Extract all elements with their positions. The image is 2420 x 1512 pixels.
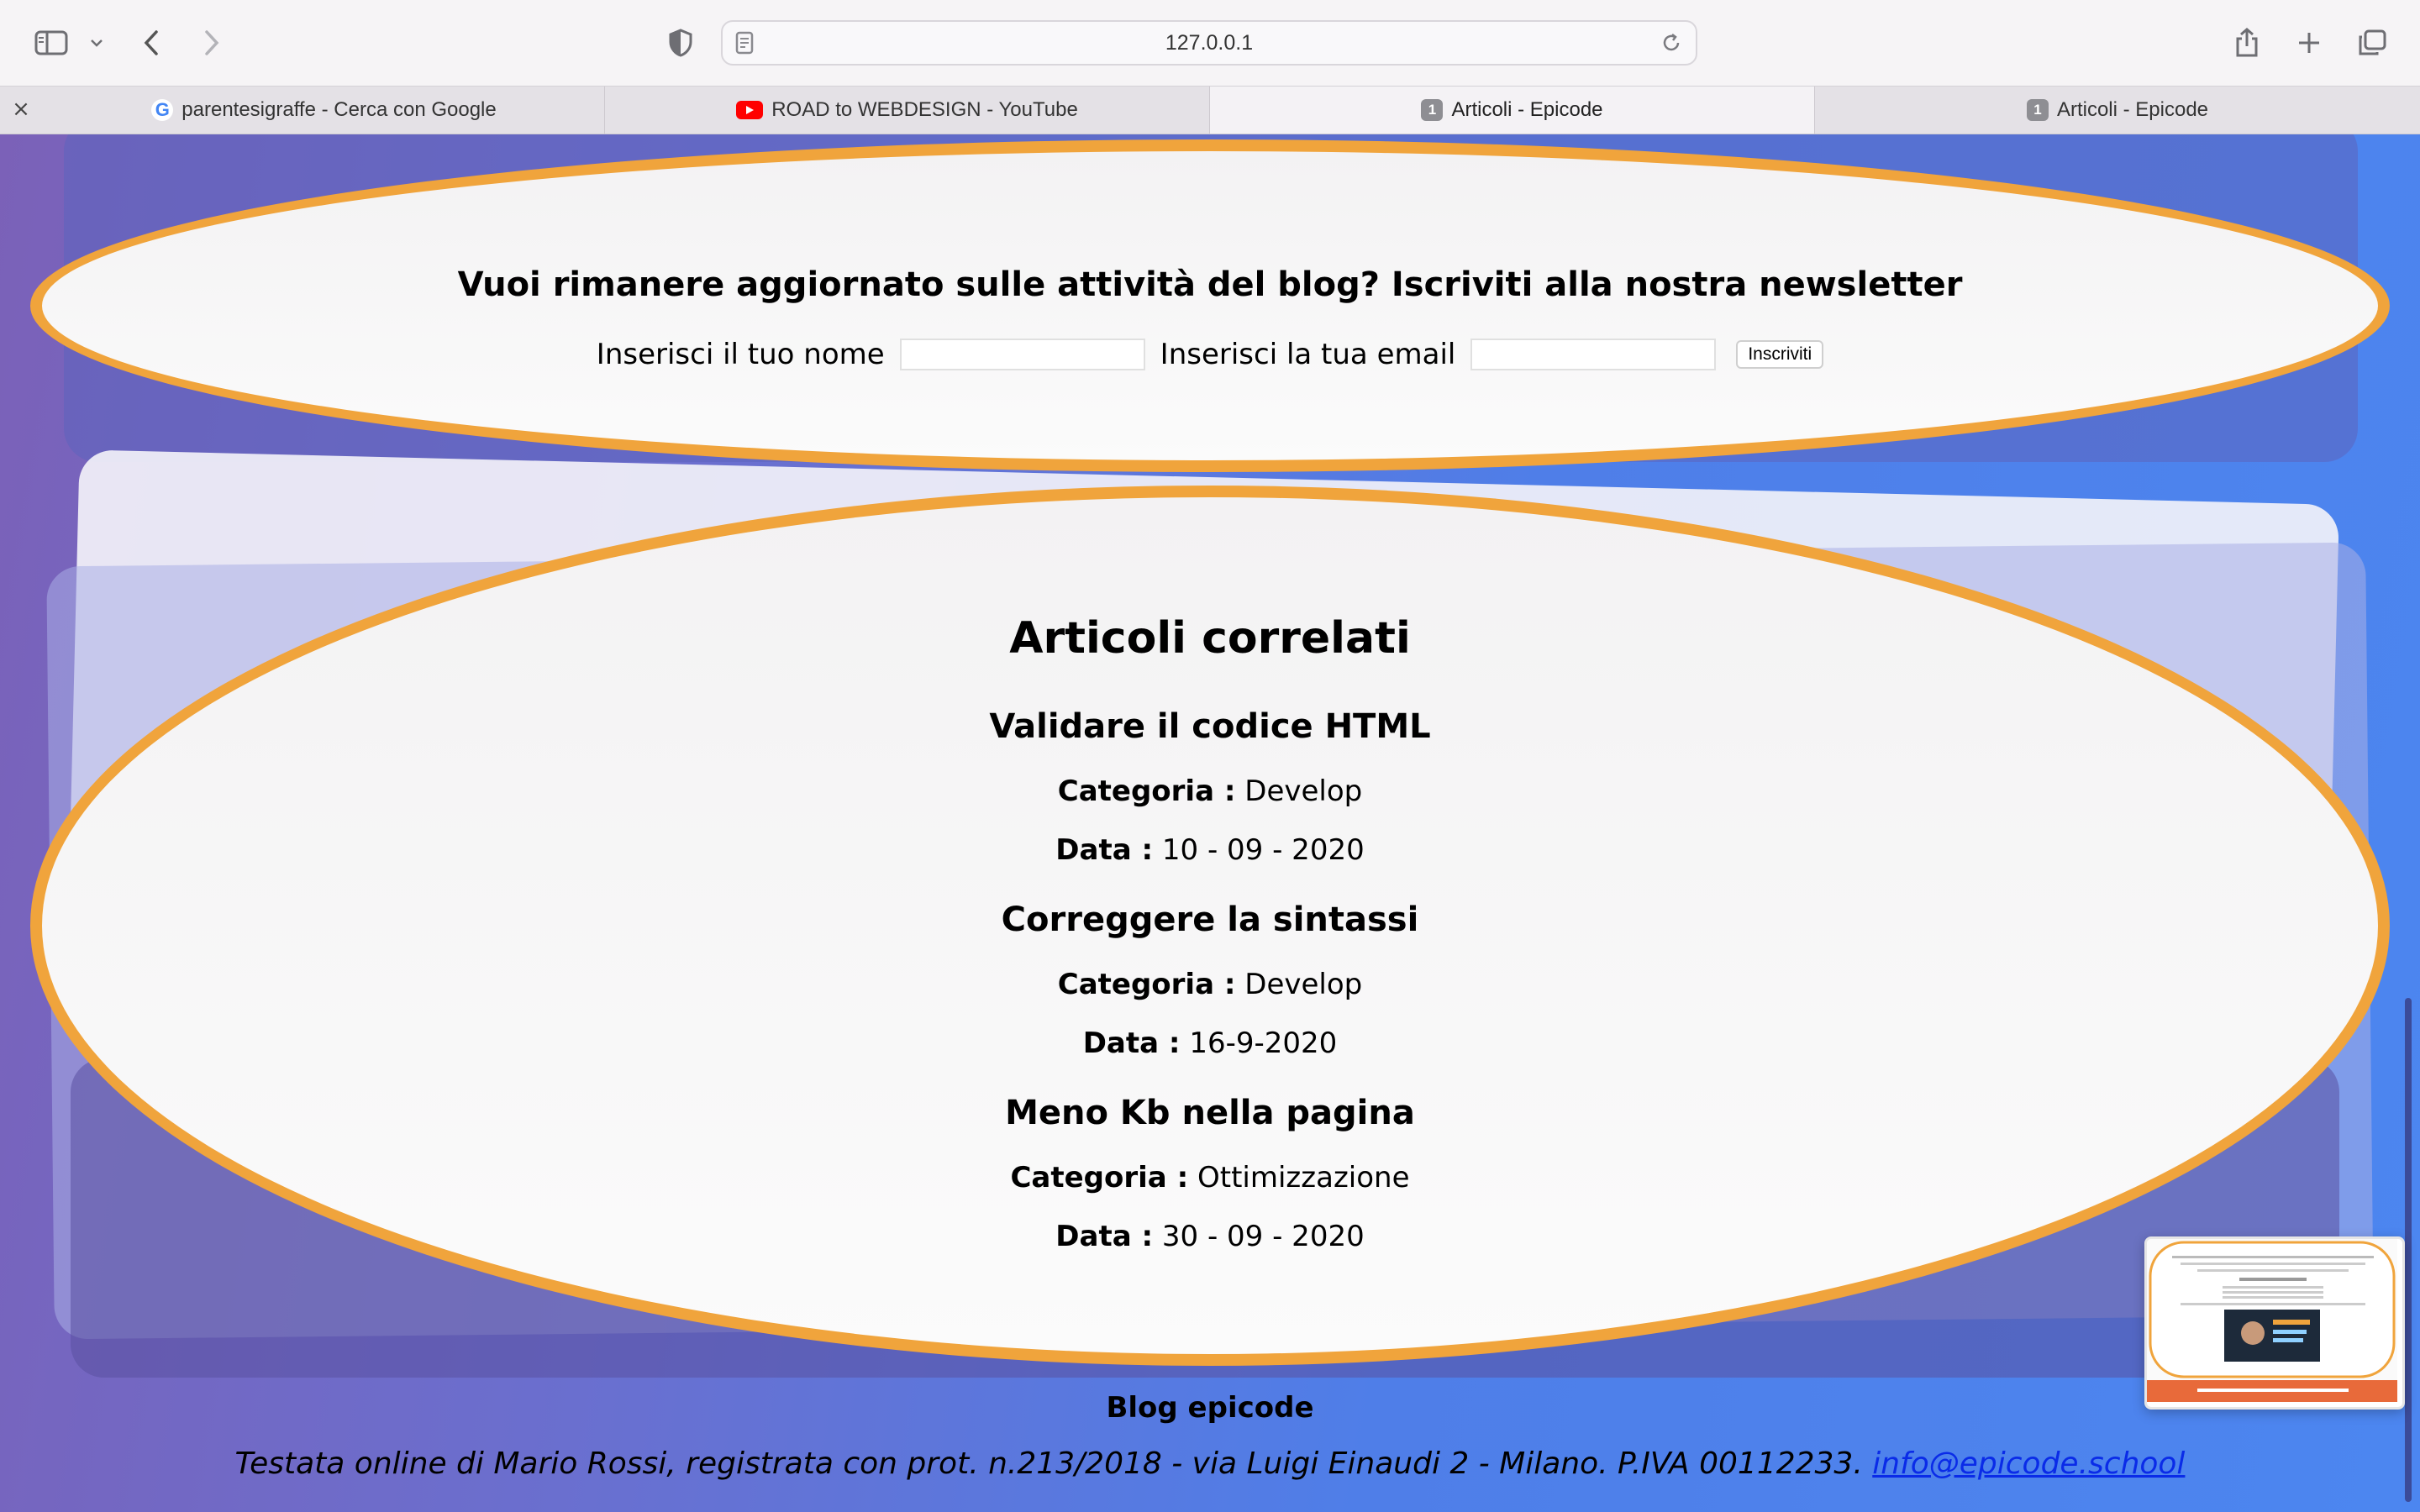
tab-bar: × G parentesigraffe - Cerca con Google R… [0, 86, 2420, 134]
date-label: Data : [1055, 833, 1154, 867]
tab-label: Articoli - Epicode [1451, 98, 1603, 121]
tab-label: ROAD to WEBDESIGN - YouTube [771, 98, 1078, 121]
article-title: Correggere la sintassi [1001, 900, 1419, 939]
back-icon[interactable] [134, 18, 168, 67]
category-value: Develop [1244, 968, 1363, 1001]
reload-icon[interactable] [1660, 32, 1682, 57]
name-input[interactable] [899, 339, 1145, 370]
page-background: Vuoi rimanere aggiornato sulle attività … [0, 134, 2420, 1512]
date-label: Data : [1055, 1220, 1154, 1253]
scrollbar[interactable] [2405, 998, 2412, 1502]
tab-favicon-1: 1 [2026, 99, 2049, 121]
article-date: Data : 30 - 09 - 2020 [42, 1220, 2378, 1253]
google-icon: G [151, 99, 174, 121]
category-value: Develop [1244, 774, 1363, 808]
chevron-down-icon[interactable] [84, 18, 109, 67]
tab-articoli[interactable]: 1 Articoli - Epicode [1815, 87, 2420, 134]
article-title: Validare il codice HTML [989, 707, 1431, 746]
date-value: 10 - 09 - 2020 [1161, 833, 1365, 867]
youtube-icon [736, 101, 764, 119]
footer-title: Blog epicode [1106, 1391, 1314, 1425]
category-label: Categoria : [1057, 968, 1236, 1001]
share-icon[interactable] [2228, 18, 2265, 67]
tab-favicon-1: 1 [1421, 99, 1444, 121]
close-icon[interactable]: × [10, 98, 32, 120]
article-category: Categoria : Develop [42, 774, 2378, 808]
footer-legal-text: Testata online di Mario Rossi, registrat… [234, 1446, 1863, 1481]
address-bar[interactable]: 127.0.0.1 [721, 20, 1697, 66]
privacy-shield-icon[interactable] [664, 18, 697, 67]
subscribe-button[interactable]: Inscriviti [1736, 340, 1824, 369]
tab-google-search[interactable]: G parentesigraffe - Cerca con Google [44, 87, 605, 134]
forward-icon[interactable] [195, 18, 229, 67]
newsletter-panel: Vuoi rimanere aggiornato sulle attività … [30, 139, 2390, 472]
article-date: Data : 16-9-2020 [42, 1026, 2378, 1060]
name-label: Inserisci il tuo nome [596, 338, 885, 371]
category-value: Ottimizzazione [1197, 1161, 1410, 1194]
newsletter-title: Vuoi rimanere aggiornato sulle attività … [457, 265, 1963, 304]
browser-toolbar: 127.0.0.1 [0, 0, 2420, 86]
url-text: 127.0.0.1 [1165, 30, 1254, 55]
new-tab-icon[interactable] [2291, 18, 2328, 67]
date-value: 16-9-2020 [1189, 1026, 1338, 1060]
date-value: 30 - 09 - 2020 [1161, 1220, 1365, 1253]
tab-label: Articoli - Epicode [2056, 98, 2209, 121]
newsletter-form: Inserisci il tuo nome Inserisci la tua e… [42, 338, 2378, 371]
date-label: Data : [1082, 1026, 1181, 1060]
screenshot-thumbnail[interactable] [2144, 1236, 2405, 1410]
email-input[interactable] [1470, 339, 1717, 370]
footer-text: Testata online di Mario Rossi, registrat… [0, 1446, 2420, 1481]
email-label: Inserisci la tua email [1160, 338, 1456, 371]
sidebar-toggle-icon[interactable] [30, 18, 72, 67]
article-title: Meno Kb nella pagina [1005, 1094, 1415, 1132]
category-label: Categoria : [1010, 1161, 1189, 1194]
related-title: Articoli correlati [1009, 613, 1411, 664]
article-category: Categoria : Develop [42, 968, 2378, 1001]
article-date: Data : 10 - 09 - 2020 [42, 833, 2378, 867]
tab-label: parentesigraffe - Cerca con Google [182, 98, 497, 121]
tab-youtube[interactable]: ROAD to WEBDESIGN - YouTube [605, 87, 1210, 134]
footer-email-link[interactable]: info@epicode.school [1872, 1446, 2185, 1481]
article-category: Categoria : Ottimizzazione [42, 1161, 2378, 1194]
category-label: Categoria : [1057, 774, 1236, 808]
related-articles-panel: Articoli correlati Validare il codice HT… [30, 486, 2390, 1366]
tab-articoli-active[interactable]: 1 Articoli - Epicode [1210, 87, 1815, 134]
tab-overview-icon[interactable] [2353, 18, 2391, 67]
